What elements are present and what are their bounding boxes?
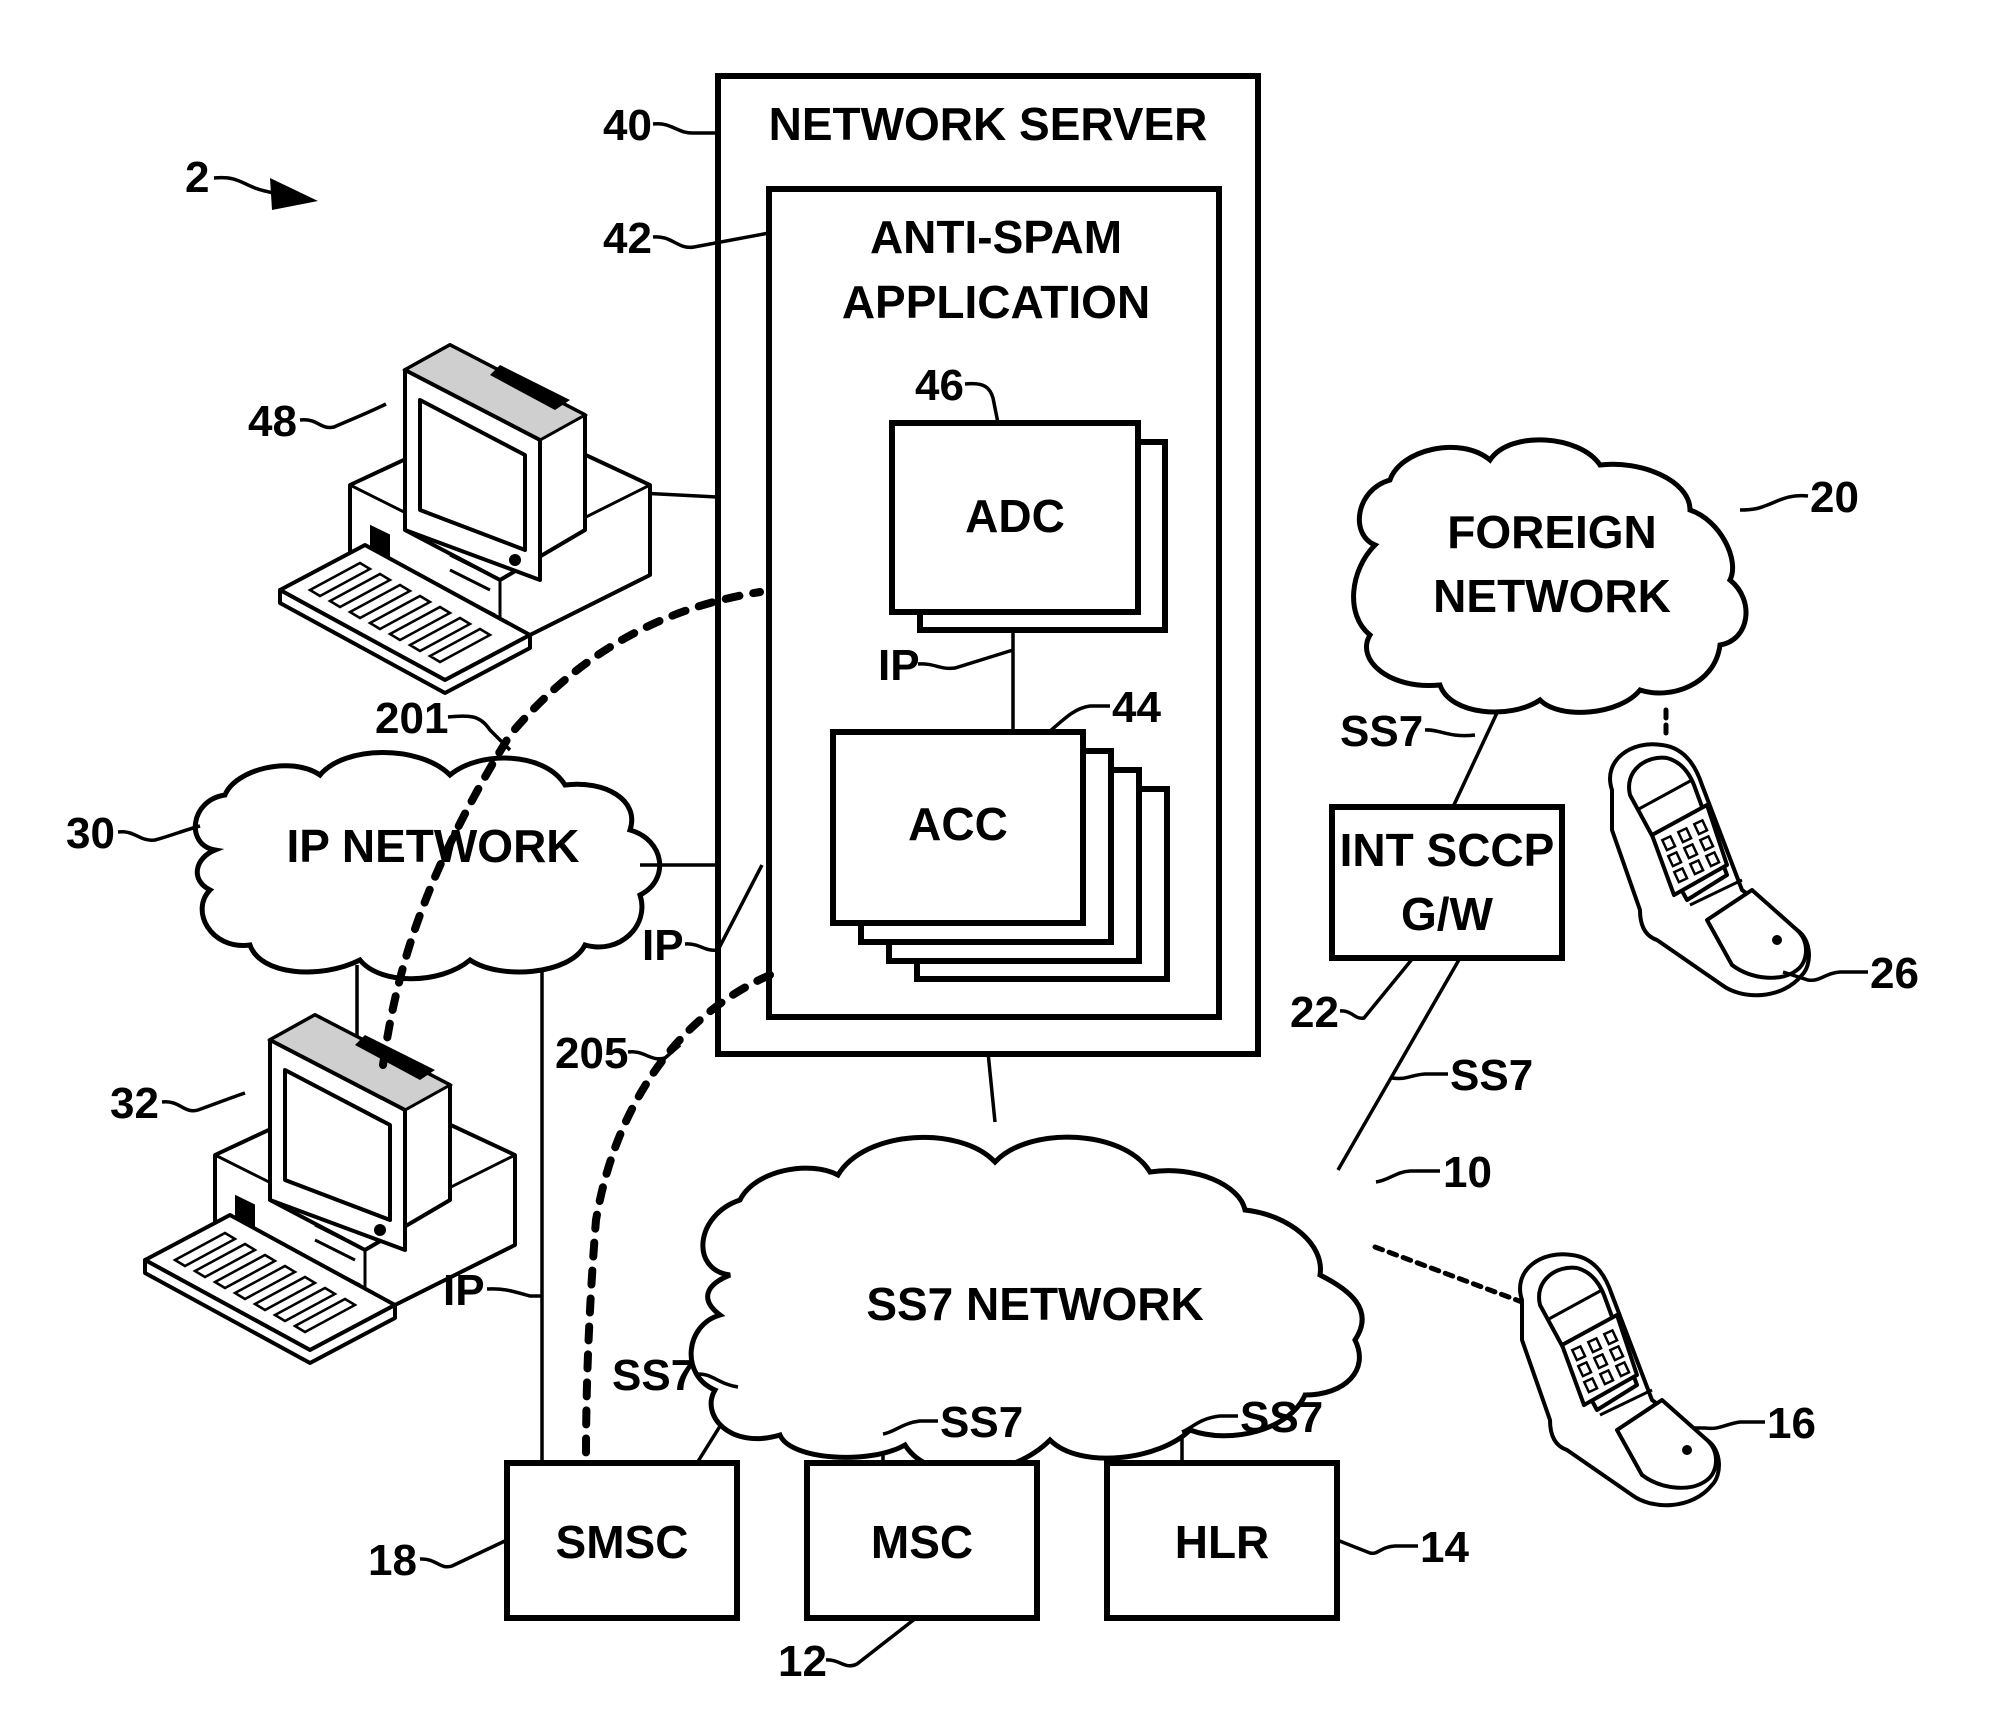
desktop-computer-icon[interactable] — [278, 343, 652, 695]
figure-reference: 2 — [185, 153, 318, 210]
foreign-network-label-line1: FOREIGN — [1447, 506, 1657, 558]
ref-201: 201 — [375, 694, 448, 743]
anti-spam-label-line2: APPLICATION — [842, 276, 1150, 328]
acc-node[interactable]: ACC — [830, 729, 1170, 982]
ref-10: 10 — [1443, 1148, 1492, 1197]
foreign-network-cloud[interactable]: FOREIGN NETWORK — [1351, 437, 1749, 715]
hlr-label: HLR — [1175, 1516, 1270, 1568]
ref-205: 205 — [555, 1029, 628, 1078]
link-label-int-ss7: SS7 — [1450, 1051, 1533, 1100]
int-sccp-label-line1: INT SCCP — [1340, 824, 1555, 876]
msc-node[interactable]: MSC — [804, 1460, 1040, 1621]
ref-16: 16 — [1767, 1399, 1816, 1448]
network-diagram: NETWORK SERVER ANTI-SPAM APPLICATION ADC… — [66, 73, 1919, 1686]
ref-20: 20 — [1810, 473, 1859, 522]
ref-22: 22 — [1290, 988, 1339, 1037]
ss7-network-label: SS7 NETWORK — [866, 1278, 1203, 1330]
ref-18: 18 — [368, 1536, 417, 1585]
msc-label: MSC — [871, 1516, 973, 1568]
ip-network-cloud[interactable]: IP NETWORK — [192, 750, 663, 982]
link-label-foreign-int: SS7 — [1340, 707, 1423, 756]
ref-32: 32 — [110, 1079, 159, 1128]
link-label-ipnet-acc: IP — [642, 921, 684, 970]
ref-26: 26 — [1870, 949, 1919, 998]
ref-14: 14 — [1420, 1523, 1469, 1572]
ref-40: 40 — [603, 101, 652, 150]
link-intsccp-ss7net — [1336, 957, 1462, 1171]
link-label-adc-acc: IP — [878, 641, 920, 690]
link-label-ss7-hlr: SS7 — [1240, 1393, 1323, 1442]
ref-46: 46 — [915, 361, 964, 410]
smsc-node[interactable]: SMSC — [504, 1460, 740, 1621]
int-sccp-label-line2: G/W — [1401, 888, 1494, 940]
adc-label: ADC — [965, 490, 1065, 542]
link-label-ipnet-smsc: IP — [443, 1266, 485, 1315]
mobile-phone-icon[interactable] — [1518, 1252, 1721, 1508]
hlr-node[interactable]: HLR — [1104, 1460, 1340, 1621]
figure-arrow-icon — [270, 178, 318, 210]
ref-12: 12 — [778, 1637, 827, 1686]
link-foreign-intsccp — [1451, 699, 1505, 808]
mobile-phone-icon[interactable] — [1608, 742, 1811, 998]
adc-node[interactable]: ADC — [889, 420, 1168, 633]
ref-44: 44 — [1112, 683, 1161, 732]
figure-ref-label: 2 — [185, 153, 209, 202]
link-label-ss7-smsc: SS7 — [612, 1351, 695, 1400]
foreign-network-label-line2: NETWORK — [1433, 570, 1671, 622]
ref-48: 48 — [248, 397, 297, 446]
network-server-label: NETWORK SERVER — [769, 98, 1208, 150]
anti-spam-label-line1: ANTI-SPAM — [870, 211, 1122, 263]
wireless-ss7-phone16 — [1372, 1244, 1525, 1305]
acc-label: ACC — [908, 798, 1008, 850]
smsc-label: SMSC — [556, 1516, 689, 1568]
ref-42: 42 — [603, 214, 652, 263]
ip-network-label: IP NETWORK — [286, 820, 579, 872]
ref-30: 30 — [66, 809, 115, 858]
link-label-ss7-msc: SS7 — [940, 1398, 1023, 1447]
int-sccp-gateway[interactable]: INT SCCP G/W — [1329, 804, 1565, 961]
